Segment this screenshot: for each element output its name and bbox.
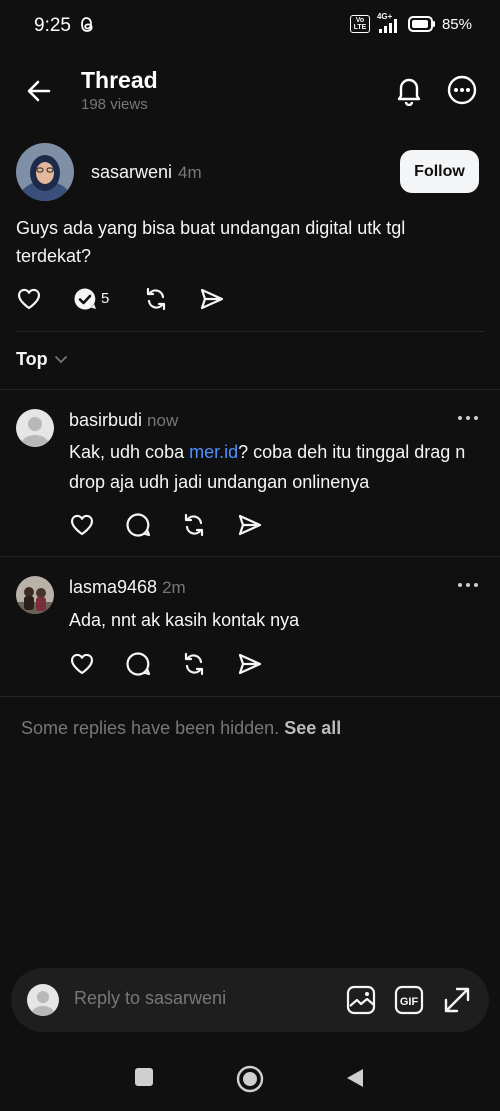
attach-image-button[interactable] (346, 985, 376, 1015)
post-author[interactable]: sasarweni 4m (91, 162, 202, 183)
username[interactable]: sasarweni (91, 162, 172, 182)
username[interactable]: lasma9468 (69, 577, 157, 597)
reply-input[interactable] (74, 988, 334, 1009)
notifications-button[interactable] (394, 74, 424, 106)
reply-time: now (147, 411, 179, 430)
bell-icon (397, 78, 421, 106)
reply-composer: GIF (11, 968, 489, 1032)
repost-icon (184, 652, 204, 676)
repost-button[interactable] (181, 512, 207, 538)
default-avatar-icon (16, 409, 54, 447)
triangle-back-icon (347, 1069, 363, 1087)
see-all-link[interactable]: See all (284, 718, 341, 738)
like-button[interactable] (69, 651, 95, 677)
gif-icon: GIF (394, 985, 424, 1015)
divider (0, 696, 500, 697)
back-nav-button[interactable] (345, 1067, 365, 1089)
reply-more-button[interactable] (456, 581, 480, 589)
gif-button[interactable]: GIF (394, 985, 424, 1015)
image-icon (346, 985, 376, 1015)
repost-button[interactable] (181, 651, 207, 677)
repost-icon (146, 287, 166, 311)
gif-label: GIF (400, 996, 419, 1008)
battery-icon (407, 16, 436, 32)
status-bar: 9:25 Vo LTE 4G+ 85% (0, 0, 500, 52)
reply-actions (69, 651, 289, 677)
reply-button[interactable] (72, 286, 98, 312)
sort-dropdown[interactable]: Top (16, 349, 68, 370)
status-icons: Vo LTE 4G+ 85% (349, 12, 472, 34)
signal-icon: 4G+ (376, 12, 402, 34)
heart-icon (70, 653, 94, 675)
reply-time: 2m (162, 578, 186, 597)
system-navbar (0, 1050, 500, 1111)
divider (0, 556, 500, 557)
expand-icon (444, 987, 470, 1013)
avatar[interactable] (16, 143, 74, 201)
user-photo-icon (16, 576, 54, 614)
sort-label: Top (16, 349, 48, 369)
hidden-replies-text: Some replies have been hidden. (21, 718, 280, 738)
reply-text-part: Kak, udh coba (69, 442, 190, 462)
reply-author[interactable]: lasma9468 2m (69, 577, 186, 598)
thread-header: Thread 198 views (0, 60, 500, 124)
comment-icon (126, 513, 151, 537)
recent-apps-button[interactable] (134, 1067, 154, 1087)
page-title: Thread (81, 67, 158, 93)
reply-button[interactable] (125, 651, 151, 677)
divider (0, 389, 500, 390)
status-time: 9:25 (34, 15, 71, 36)
send-icon (238, 653, 262, 675)
view-count: 198 views (81, 96, 148, 113)
like-button[interactable] (16, 286, 42, 312)
arrow-left-icon (27, 80, 51, 102)
default-avatar-icon (27, 984, 59, 1016)
reply-text: Ada, nnt ak kasih kontak nya (69, 610, 300, 630)
reply-count: 5 (101, 290, 110, 307)
avatar (27, 984, 59, 1016)
heart-icon (70, 514, 94, 536)
repost-icon (184, 513, 204, 537)
post-time: 4m (178, 163, 202, 182)
reply-check-icon (74, 288, 96, 310)
reply-author[interactable]: basirbudi now (69, 410, 178, 431)
send-icon (200, 288, 224, 310)
repost-button[interactable] (143, 286, 169, 312)
volte-badge: Vo LTE (349, 15, 370, 33)
more-options-button[interactable] (446, 74, 478, 106)
home-button[interactable] (236, 1065, 264, 1093)
post-actions: 5 (16, 286, 316, 314)
hidden-replies-note: Some replies have been hidden. See all (21, 718, 341, 739)
square-icon (135, 1068, 153, 1086)
username[interactable]: basirbudi (69, 410, 142, 430)
ellipsis-icon (458, 416, 478, 420)
reply-actions (69, 512, 289, 538)
avatar[interactable] (16, 576, 54, 614)
heart-icon (17, 288, 41, 310)
reply-text: Kak, udh coba mer.id? coba deh itu tingg… (69, 437, 489, 497)
battery-percent: 85% (441, 15, 472, 33)
ellipsis-icon (458, 583, 478, 587)
circle-home-icon (236, 1065, 264, 1093)
back-button[interactable] (24, 76, 54, 106)
more-circle-icon (447, 75, 477, 105)
share-button[interactable] (199, 286, 225, 312)
reply-button[interactable] (125, 512, 151, 538)
divider (16, 331, 484, 332)
chevron-down-icon (54, 355, 67, 363)
share-button[interactable] (237, 512, 263, 538)
share-button[interactable] (237, 651, 263, 677)
threads-notification-icon (80, 16, 95, 33)
expand-button[interactable] (442, 985, 472, 1015)
comment-icon (126, 652, 151, 676)
post-text: Guys ada yang bisa buat undangan digital… (16, 218, 406, 266)
avatar[interactable] (16, 409, 54, 447)
send-icon (238, 514, 262, 536)
like-button[interactable] (69, 512, 95, 538)
mention-link[interactable]: mer.id (189, 442, 238, 462)
reply-more-button[interactable] (456, 414, 480, 422)
follow-button[interactable]: Follow (400, 150, 479, 193)
